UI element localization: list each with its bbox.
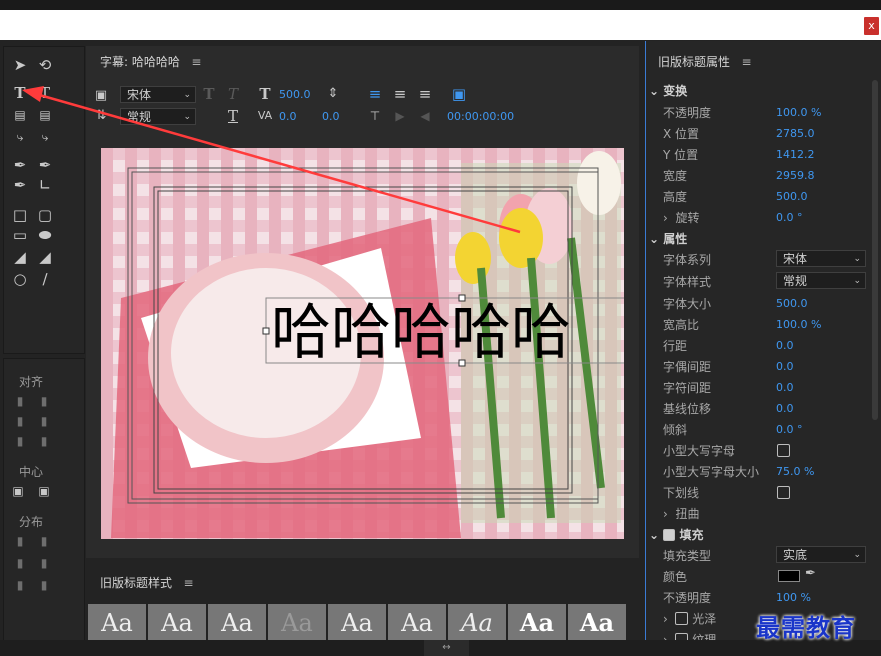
aspect-label: 宽高比 bbox=[663, 318, 700, 332]
distort-label: 扭曲 bbox=[675, 507, 700, 521]
props-font-size-value[interactable]: 500.0 bbox=[776, 297, 808, 310]
width-value[interactable]: 2959.8 bbox=[776, 169, 815, 182]
chevron-down-icon: ⌄ bbox=[649, 84, 660, 98]
smallcaps-checkbox[interactable] bbox=[777, 444, 790, 457]
font-style-label: 字体样式 bbox=[663, 275, 712, 289]
styles-title-text: 旧版标题样式 bbox=[100, 576, 173, 590]
style-swatch-5[interactable]: Aa bbox=[328, 604, 386, 640]
arrow-line bbox=[35, 92, 521, 234]
attributes-group[interactable]: ⌄ 属性 bbox=[649, 230, 687, 247]
fill-opacity-label: 不透明度 bbox=[663, 591, 712, 605]
properties-menu-icon[interactable]: ≡ bbox=[734, 55, 751, 69]
style-swatch-3[interactable]: Aa bbox=[208, 604, 266, 640]
attributes-group-label: 属性 bbox=[663, 232, 688, 246]
style-swatch-2[interactable]: Aa bbox=[148, 604, 206, 640]
props-font-family-dropdown[interactable]: 宋体 ⌄ bbox=[776, 250, 866, 267]
baseline-value[interactable]: 0.0 bbox=[776, 402, 794, 415]
width-label: 宽度 bbox=[663, 169, 688, 183]
fill-group-label: 填充 bbox=[679, 528, 704, 542]
style-swatch-6[interactable]: Aa bbox=[388, 604, 446, 640]
resize-handle-icon[interactable]: ↔ bbox=[424, 640, 469, 656]
underline-label: 下划线 bbox=[663, 486, 700, 500]
smallcaps-size-value[interactable]: 75.0 % bbox=[776, 465, 814, 478]
slant-label: 倾斜 bbox=[663, 423, 688, 437]
props-font-style-value: 常规 bbox=[783, 274, 808, 288]
fill-type-label: 填充类型 bbox=[663, 549, 712, 563]
font-size-label: 字体大小 bbox=[663, 297, 712, 311]
chevron-right-icon: › bbox=[663, 612, 668, 626]
rotation-row[interactable]: › 旋转 bbox=[663, 209, 699, 226]
props-kerning-value[interactable]: 0.0 bbox=[776, 360, 794, 373]
font-family-label: 字体系列 bbox=[663, 253, 712, 267]
y-position-value[interactable]: 1412.2 bbox=[776, 148, 815, 161]
props-tracking-value[interactable]: 0.0 bbox=[776, 381, 794, 394]
smallcaps-label: 小型大写字母 bbox=[663, 444, 736, 458]
opacity-label: 不透明度 bbox=[663, 106, 712, 120]
props-font-family-value: 宋体 bbox=[783, 252, 808, 266]
watermark: 最需教育 bbox=[756, 613, 856, 642]
rotation-value[interactable]: 0.0 ° bbox=[776, 211, 803, 224]
underline-checkbox[interactable] bbox=[777, 486, 790, 499]
styles-menu-icon[interactable]: ≡ bbox=[176, 576, 193, 590]
style-swatch-9[interactable]: Aa bbox=[568, 604, 626, 640]
aspect-value[interactable]: 100.0 % bbox=[776, 318, 821, 331]
chevron-down-icon: ⌄ bbox=[853, 254, 861, 264]
eyedropper-icon[interactable]: ✒ bbox=[805, 566, 816, 581]
arrow-head bbox=[22, 86, 44, 102]
style-swatch-1[interactable]: Aa bbox=[88, 604, 146, 640]
styles-panel-title: 旧版标题样式 ≡ bbox=[100, 574, 194, 591]
style-swatch-7[interactable]: Aa bbox=[448, 604, 506, 640]
smallcaps-size-label: 小型大写字母大小 bbox=[663, 465, 760, 479]
rotation-label: 旋转 bbox=[675, 211, 700, 225]
props-font-style-dropdown[interactable]: 常规 ⌄ bbox=[776, 272, 866, 289]
sheen-checkbox[interactable] bbox=[675, 612, 689, 625]
sheen-row[interactable]: › 光泽 bbox=[663, 610, 716, 627]
fill-opacity-value[interactable]: 100 % bbox=[776, 591, 811, 604]
x-position-label: X 位置 bbox=[663, 127, 700, 141]
y-position-label: Y 位置 bbox=[663, 148, 699, 162]
height-value[interactable]: 500.0 bbox=[776, 190, 808, 203]
chevron-right-icon: › bbox=[663, 211, 668, 225]
fill-type-value: 实底 bbox=[783, 548, 808, 562]
transform-group-label: 变换 bbox=[663, 84, 688, 98]
fill-type-dropdown[interactable]: 实底 ⌄ bbox=[776, 546, 866, 563]
opacity-value[interactable]: 100.0 % bbox=[776, 106, 821, 119]
properties-title-text: 旧版标题属性 bbox=[658, 55, 731, 69]
height-label: 高度 bbox=[663, 190, 688, 204]
style-swatch-4[interactable]: Aa bbox=[268, 604, 326, 640]
chevron-down-icon: ⌄ bbox=[853, 550, 861, 560]
leading-value[interactable]: 0.0 bbox=[776, 339, 794, 352]
properties-title: 旧版标题属性 ≡ bbox=[658, 53, 752, 70]
sheen-label: 光泽 bbox=[692, 612, 717, 626]
fill-color-swatch[interactable] bbox=[778, 570, 800, 582]
fill-checkbox[interactable] bbox=[663, 529, 676, 541]
chevron-down-icon: ⌄ bbox=[853, 276, 861, 286]
distort-row[interactable]: › 扭曲 bbox=[663, 505, 699, 522]
baseline-label: 基线位移 bbox=[663, 402, 712, 416]
color-label: 颜色 bbox=[663, 570, 688, 584]
transform-group[interactable]: ⌄ 变换 bbox=[649, 82, 687, 99]
slant-value[interactable]: 0.0 ° bbox=[776, 423, 803, 436]
chevron-down-icon: ⌄ bbox=[649, 232, 660, 246]
chevron-right-icon: › bbox=[663, 507, 668, 521]
kerning-label: 字偶间距 bbox=[663, 360, 712, 374]
style-swatch-8[interactable]: Aa bbox=[508, 604, 566, 640]
x-position-value[interactable]: 2785.0 bbox=[776, 127, 815, 140]
leading-label: 行距 bbox=[663, 339, 688, 353]
tracking-label: 字符间距 bbox=[663, 381, 712, 395]
chevron-down-icon: ⌄ bbox=[649, 528, 660, 542]
properties-scrollbar[interactable] bbox=[872, 80, 878, 420]
fill-group[interactable]: ⌄ 填充 bbox=[649, 526, 703, 543]
